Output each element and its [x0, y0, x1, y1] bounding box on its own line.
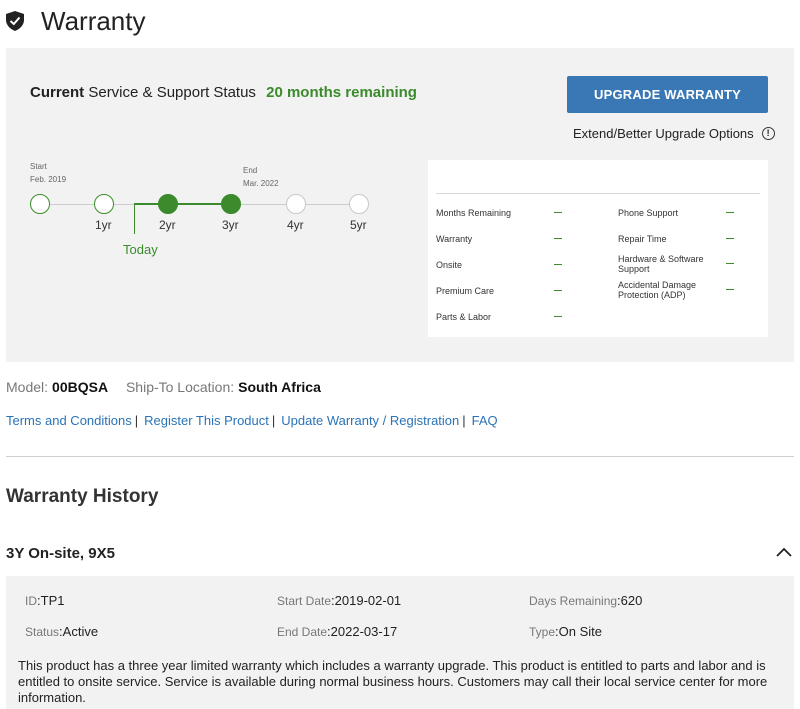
detail-hw-sw-support-label: Hardware & Software Support — [618, 254, 704, 274]
plan-status-value: Active — [62, 624, 99, 639]
timeline-node-1yr — [94, 194, 114, 214]
timeline-start-date: Feb. 2019 — [30, 175, 67, 184]
timeline-node-start — [30, 194, 50, 214]
service-status-panel: Current Service & Support Status 20 mont… — [6, 48, 794, 362]
months-remaining-badge: 20 months remaining — [266, 84, 417, 101]
plan-id: ID:TP1 — [25, 593, 65, 608]
detail-onsite-label: Onsite — [436, 260, 463, 270]
plan-accordion-header[interactable]: 3Y On-site, 9X5 — [6, 545, 115, 562]
today-marker — [134, 204, 135, 234]
plan-days-label: Days Remaining — [529, 594, 618, 608]
detail-adp-value — [726, 289, 734, 290]
timeline-node-2yr — [158, 194, 178, 214]
plan-end-date: End Date:2022-03-17 — [277, 624, 398, 639]
plan-start-value: 2019-02-01 — [334, 593, 402, 608]
plan-type: Type:On Site — [529, 624, 602, 639]
register-product-link[interactable]: Register This Product — [144, 413, 269, 428]
detail-warranty-value — [554, 238, 562, 239]
plan-days-value: 620 — [620, 593, 643, 608]
plan-end-value: 2022-03-17 — [330, 624, 398, 639]
timeline-node-3yr — [221, 194, 241, 214]
detail-months-remaining-label: Months Remaining — [436, 208, 512, 218]
plan-days-remaining: Days Remaining:620 — [529, 593, 643, 608]
detail-hw-sw-support-value — [726, 263, 734, 264]
model-value: 00BQSA — [52, 379, 109, 395]
page-header: Warranty — [6, 4, 146, 38]
plan-status-label: Status — [25, 625, 60, 639]
link-separator: | — [134, 413, 139, 428]
timeline-elapsed-track — [134, 203, 234, 205]
timeline-start-label: Start — [30, 162, 47, 171]
timeline-year-5: 5yr — [350, 218, 367, 232]
timeline-year-2: 2yr — [159, 218, 176, 232]
plan-details-panel: ID:TP1 Status:Active Start Date:2019-02-… — [6, 576, 794, 709]
detail-onsite-value — [554, 264, 562, 265]
today-label: Today — [123, 242, 158, 257]
timeline-year-4: 4yr — [287, 218, 304, 232]
timeline-end-label: End — [243, 166, 258, 175]
section-divider — [6, 456, 794, 457]
detail-phone-support-label: Phone Support — [618, 208, 679, 218]
detail-repair-time-label: Repair Time — [618, 234, 667, 244]
details-divider — [436, 193, 760, 194]
model-label: Model: — [6, 379, 49, 395]
shield-check-icon — [6, 11, 24, 31]
link-separator: | — [271, 413, 276, 428]
warranty-history-title: Warranty History — [6, 486, 159, 507]
ship-to-label: Ship-To Location: — [125, 379, 235, 395]
timeline-end-date: Mar. 2022 — [243, 179, 279, 188]
warranty-timeline: Start Feb. 2019 End Mar. 2022 1yr 2yr 3y… — [6, 158, 426, 278]
extend-upgrade-options[interactable]: Extend/Better Upgrade Options ! — [573, 126, 775, 141]
today-marker-end — [134, 233, 135, 234]
warranty-links: Terms and Conditions | Register This Produ… — [6, 413, 498, 428]
update-warranty-link[interactable]: Update Warranty / Registration — [281, 413, 459, 428]
chevron-up-icon[interactable] — [776, 547, 792, 557]
product-info: Model: 00BQSA Ship-To Location: South Afri… — [6, 379, 321, 395]
status-current-label: Current — [30, 84, 85, 101]
terms-conditions-link[interactable]: Terms and Conditions — [6, 413, 132, 428]
plan-id-value: TP1 — [40, 593, 65, 608]
detail-premium-care-label: Premium Care — [436, 286, 495, 296]
plan-end-label: End Date — [277, 625, 328, 639]
ship-to-value: South Africa — [238, 379, 321, 395]
detail-premium-care-value — [554, 290, 562, 291]
plan-id-label: ID — [25, 594, 37, 608]
faq-link[interactable]: FAQ — [472, 413, 498, 428]
timeline-year-1: 1yr — [95, 218, 112, 232]
detail-parts-labor-value — [554, 316, 562, 317]
detail-warranty-label: Warranty — [436, 234, 473, 244]
detail-phone-support-value — [726, 212, 734, 213]
plan-description: This product has a three year limited wa… — [18, 658, 768, 705]
timeline-node-4yr — [286, 194, 306, 214]
coverage-details-box: Months Remaining Warranty Onsite Premium… — [428, 160, 768, 337]
info-icon[interactable]: ! — [761, 127, 775, 140]
timeline-year-3: 3yr — [222, 218, 239, 232]
detail-repair-time-value — [726, 238, 734, 239]
status-line: Current Service & Support Status 20 mont… — [30, 84, 417, 101]
link-separator: | — [462, 413, 466, 428]
detail-months-remaining-value — [554, 212, 562, 213]
page-title: Warranty — [41, 5, 146, 36]
extend-upgrade-label[interactable]: Extend/Better Upgrade Options — [573, 126, 754, 141]
status-rest-label: Service & Support Status — [88, 84, 256, 101]
plan-type-label: Type — [529, 625, 556, 639]
plan-type-value: On Site — [558, 624, 602, 639]
upgrade-warranty-button[interactable]: UPGRADE WARRANTY — [567, 76, 768, 113]
timeline-node-5yr — [349, 194, 369, 214]
plan-start-label: Start Date — [277, 594, 332, 608]
plan-start-date: Start Date:2019-02-01 — [277, 593, 402, 608]
detail-adp-label: Accidental Damage Protection (ADP) — [618, 280, 697, 300]
detail-parts-labor-label: Parts & Labor — [436, 312, 492, 322]
plan-status: Status:Active — [25, 624, 99, 639]
